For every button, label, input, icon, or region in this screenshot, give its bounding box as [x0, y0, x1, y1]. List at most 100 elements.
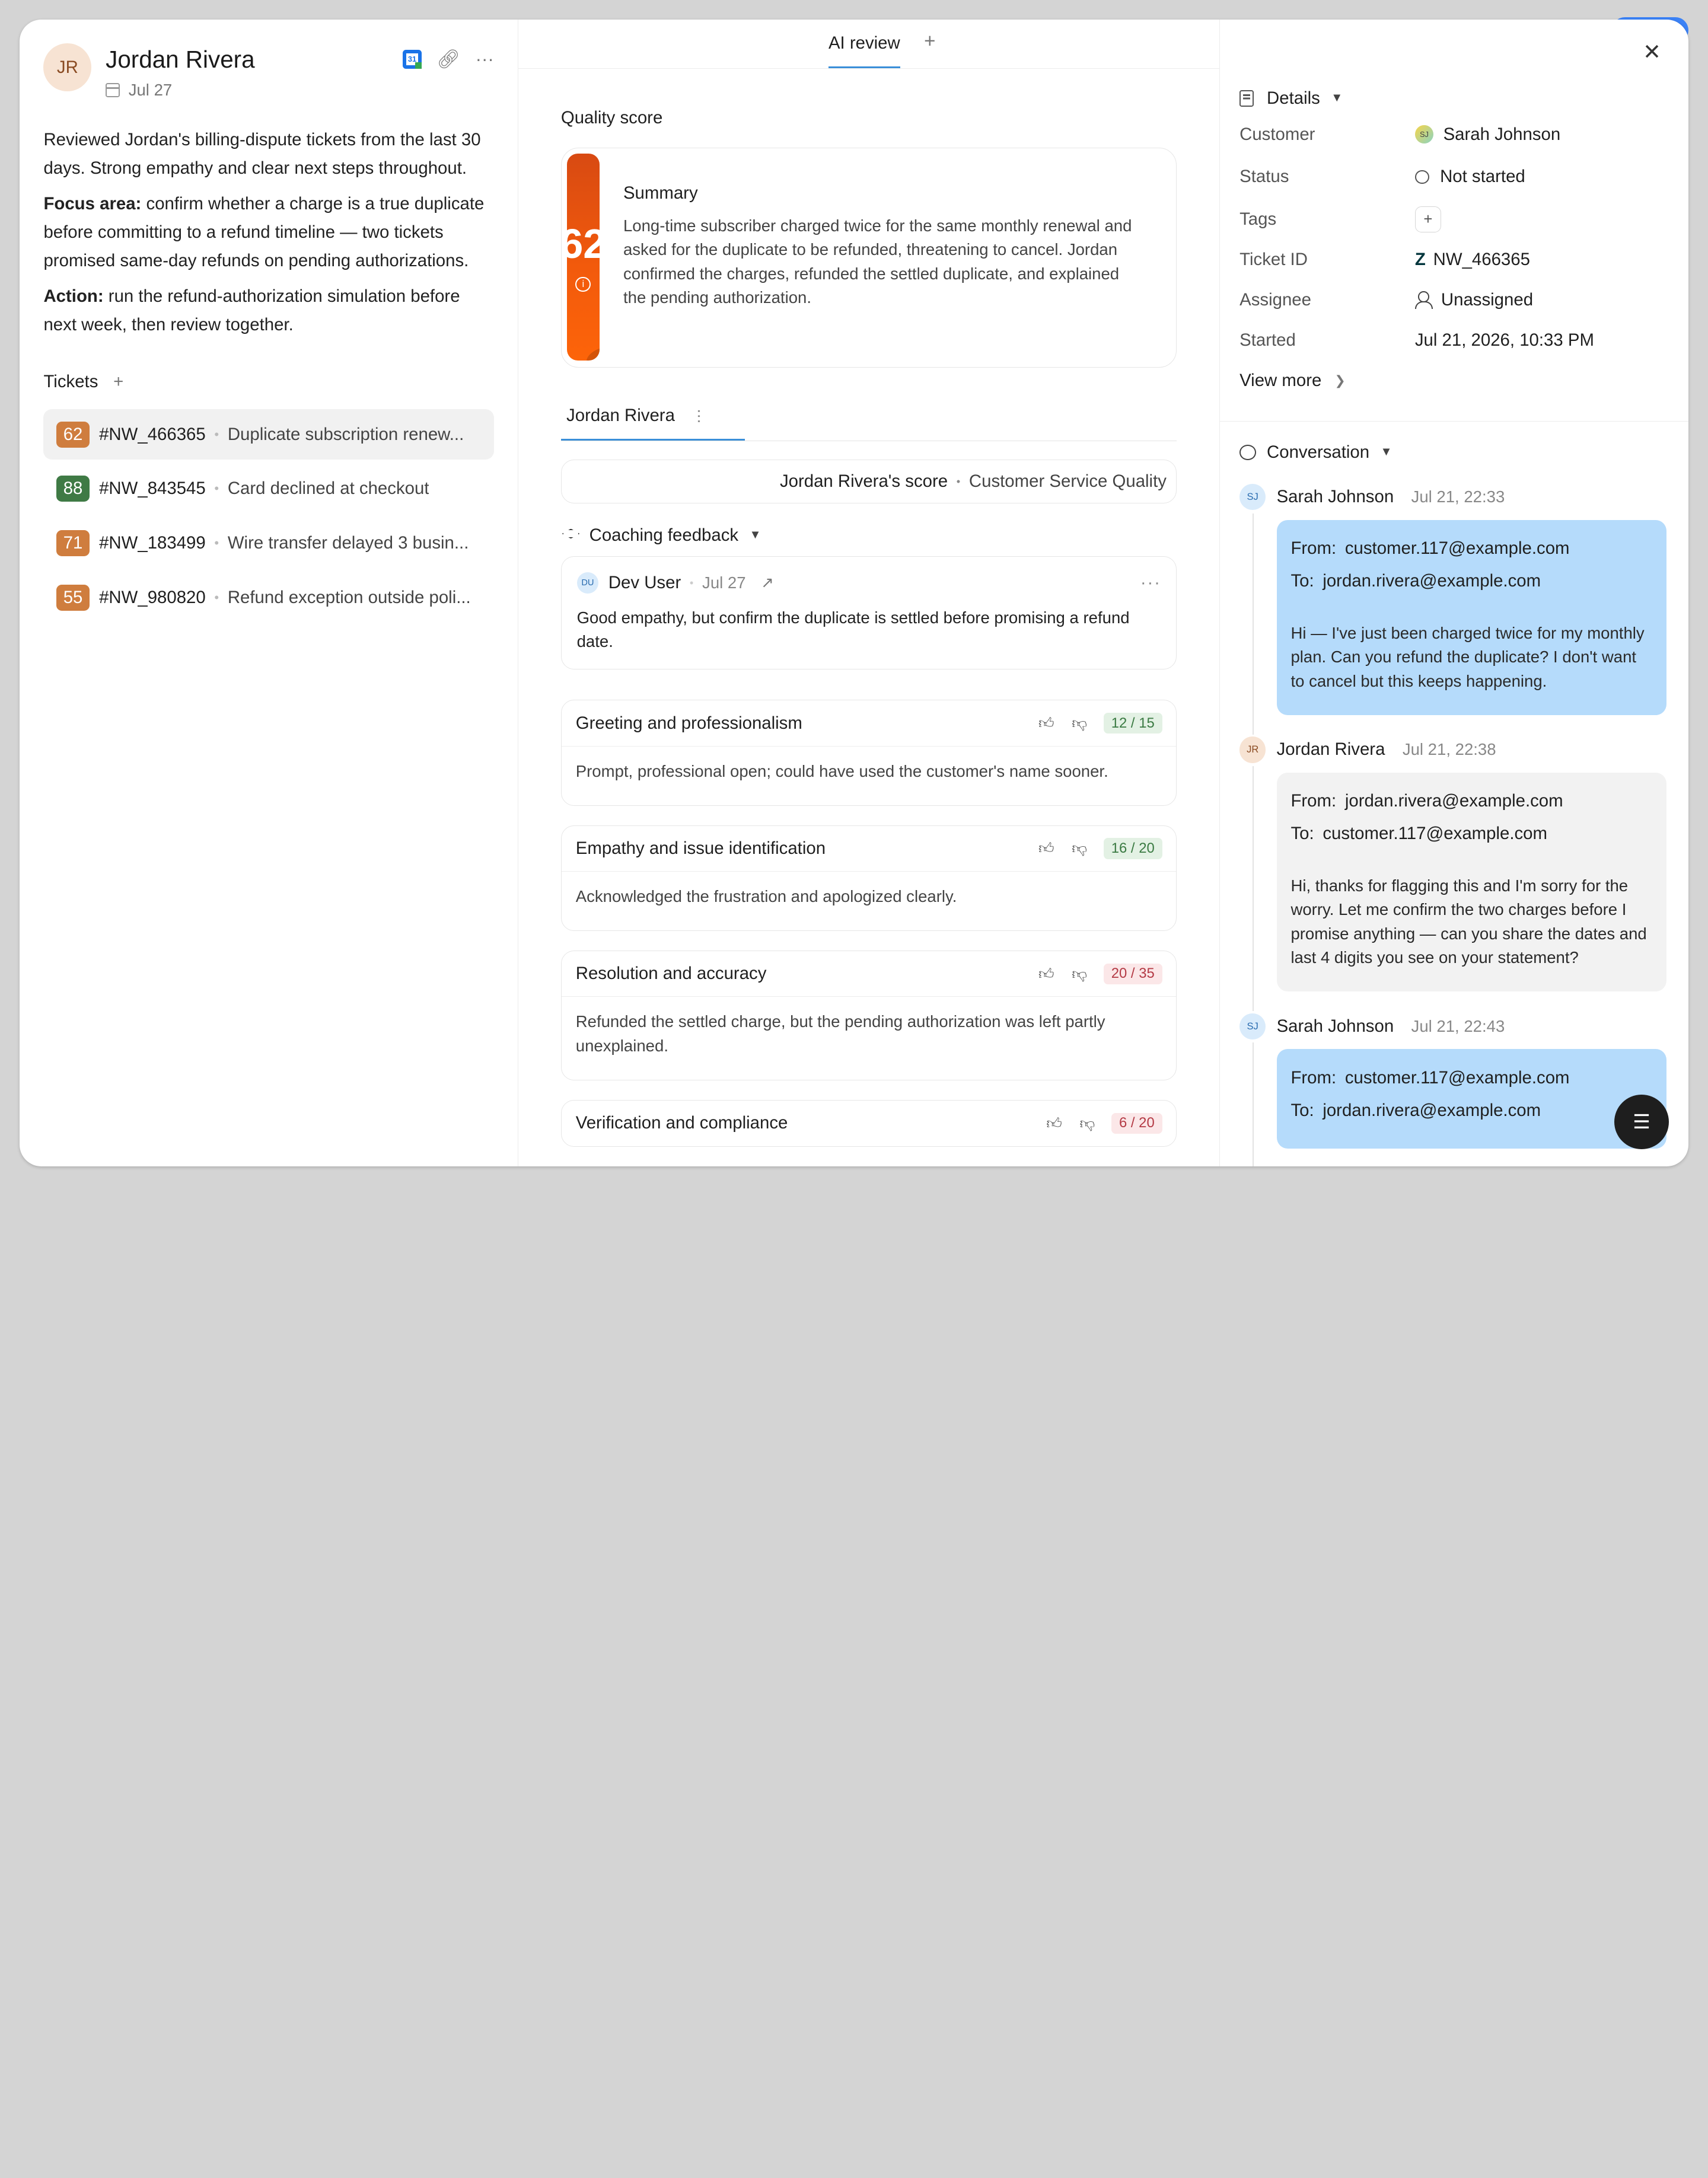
ticket-title: Card declined at checkout	[227, 479, 429, 499]
detail-started: Started Jul 21, 2026, 10:33 PM	[1239, 327, 1666, 353]
ticket-title: Wire transfer delayed 3 busin...	[227, 533, 469, 553]
message-time: Jul 21, 22:38	[1402, 740, 1496, 759]
coaching-feedback-header[interactable]: Coaching feedback ▼	[561, 525, 1177, 546]
to-label: To:	[1290, 824, 1314, 844]
customer-avatar: SJ	[1414, 125, 1434, 144]
thumbs-down-icon[interactable]: 👎︎	[1072, 965, 1087, 983]
thumbs-down-icon[interactable]: 👎︎	[1072, 839, 1087, 857]
from-label: From:	[1290, 791, 1337, 811]
message-to: To: jordan.rivera@example.com	[1290, 565, 1652, 597]
person-meta: Jordan Rivera Jul 27	[106, 43, 403, 99]
add-tag-button[interactable]: +	[1414, 206, 1441, 233]
message-to: To: customer.117@example.com	[1290, 817, 1652, 850]
ticket-title: Refund exception outside poli...	[227, 588, 471, 608]
coaching-feedback-label: Coaching feedback	[589, 525, 739, 545]
tab-ai-review[interactable]: AI review	[828, 33, 900, 68]
thumbs-up-icon[interactable]: 👍︎	[1038, 714, 1054, 732]
tab-agent[interactable]: Jordan Rivera ⋯	[560, 406, 745, 441]
view-more-label: View more	[1239, 371, 1322, 391]
summary-text: Long-time subscriber charged twice for t…	[623, 216, 1132, 307]
ticket-item[interactable]: 62 #NW_466365 • Duplicate subscription r…	[43, 409, 494, 460]
customer-name: Sarah Johnson	[1443, 124, 1561, 144]
from-address: jordan.rivera@example.com	[1344, 791, 1563, 811]
summary: Summary Long-time subscriber charged twi…	[623, 154, 1171, 362]
view-more-button[interactable]: View more ❯	[1239, 371, 1666, 391]
tile-decoration	[587, 345, 600, 361]
google-calendar-icon[interactable]	[403, 50, 422, 69]
document-icon	[1239, 90, 1254, 107]
rubric-name[interactable]: Customer Service Quality	[969, 471, 1167, 492]
rating-buttons: 👍︎ 👎︎	[1038, 714, 1087, 732]
criterion-card: Verification and compliance 👍︎ 👎︎ 6 / 20	[560, 1099, 1177, 1147]
feedback-date: Jul 27	[702, 573, 746, 592]
notes-action: Action: run the refund-authorization sim…	[43, 282, 493, 339]
message-text: Hi — I've just been charged twice for my…	[1290, 623, 1645, 690]
rating-buttons: 👍︎ 👎︎	[1046, 1114, 1095, 1133]
notes-intro: Reviewed Jordan's billing-dispute ticket…	[43, 129, 481, 178]
ticket-item[interactable]: 55 #NW_980820 • Refund exception outside…	[43, 573, 493, 623]
add-ticket-button[interactable]: +	[113, 372, 123, 392]
message-bubble: From: customer.117@example.com To: jordan.…	[1253, 1042, 1667, 1167]
conversation-header[interactable]: Conversation ▼	[1239, 442, 1666, 463]
author-avatar: JR	[1239, 736, 1266, 763]
caret-down-icon[interactable]: ▼	[749, 528, 761, 542]
criterion-header: Greeting and professionalism 👍︎ 👎︎ 12 / …	[561, 700, 1177, 747]
detail-value[interactable]: SJ Sarah Johnson	[1414, 124, 1561, 145]
ticket-item[interactable]: 88 #NW_843545 • Card declined at checkou…	[43, 464, 493, 514]
ai-assistant-button[interactable]: ☰	[1614, 1094, 1669, 1149]
message-author: Jordan Rivera	[1276, 739, 1385, 760]
status-circle-icon	[1414, 170, 1429, 184]
from-label: From:	[1290, 538, 1337, 559]
detail-value[interactable]: Unassigned	[1414, 290, 1533, 310]
summary-title: Summary	[623, 183, 698, 203]
author-avatar: SJ	[1239, 1013, 1266, 1039]
more-icon[interactable]: ···	[476, 50, 494, 68]
external-link-icon[interactable]: ↗	[761, 574, 774, 592]
close-icon[interactable]: ✕	[1643, 39, 1661, 65]
details-section: Details ▼ Customer SJ Sarah Johnson Stat…	[1220, 20, 1688, 422]
person-icon	[1414, 291, 1433, 309]
session-date-text: Jul 27	[128, 80, 173, 99]
criterion-text: Refunded the settled charge, but the pen…	[575, 1012, 1105, 1055]
kebab-menu-icon[interactable]: ⋯	[690, 409, 708, 423]
detail-value[interactable]: Z NW_466365	[1415, 250, 1530, 270]
chevron-right-icon: ❯	[1334, 373, 1346, 388]
thumbs-down-icon[interactable]: 👎︎	[1080, 1114, 1095, 1133]
quality-score-card: 62 i Summary Long-time subscriber charge…	[560, 147, 1177, 368]
action-text: run the refund-authorization simulation …	[43, 286, 460, 335]
thumbs-up-icon[interactable]: 👍︎	[1038, 839, 1054, 857]
detail-value[interactable]: Not started	[1414, 167, 1525, 187]
ticket-item[interactable]: 71 #NW_183499 • Wire transfer delayed 3 …	[43, 518, 493, 568]
criterion-header: Verification and compliance 👍︎ 👎︎ 6 / 20	[562, 1101, 1177, 1146]
thumbs-down-icon[interactable]: 👎︎	[1072, 714, 1087, 732]
tickets-header: Tickets +	[43, 372, 493, 392]
review-window: JR Jordan Rivera Jul 27 🔗︎ ··· Reviewed …	[20, 20, 1688, 1167]
started-value: Jul 21, 2026, 10:33 PM	[1414, 330, 1594, 350]
detail-key: Status	[1239, 167, 1289, 187]
to-address: jordan.rivera@example.com	[1323, 571, 1541, 591]
quality-score-value: 62	[567, 222, 600, 266]
coaching-notes-panel: JR Jordan Rivera Jul 27 🔗︎ ··· Reviewed …	[20, 20, 519, 1167]
ticket-score-badge: 55	[56, 585, 90, 611]
link-icon[interactable]: 🔗︎	[436, 50, 460, 68]
graduation-cap-icon	[561, 529, 581, 542]
thumbs-up-icon[interactable]: 👍︎	[1038, 965, 1054, 983]
detail-ticket-id: Ticket ID Z NW_466365	[1239, 247, 1666, 273]
separator-dot: •	[214, 481, 219, 496]
feedback-author: Dev User	[608, 572, 681, 592]
add-tab-button[interactable]: +	[924, 30, 935, 66]
criterion-text: Acknowledged the frustration and apologi…	[575, 886, 957, 905]
score-tile[interactable]: 62 i	[567, 154, 600, 361]
coaching-notes: Reviewed Jordan's billing-dispute ticket…	[43, 126, 493, 339]
to-address: customer.117@example.com	[1323, 824, 1547, 844]
thumbs-up-icon[interactable]: 👍︎	[1046, 1114, 1062, 1133]
more-icon[interactable]: ···	[1140, 573, 1161, 593]
caret-down-icon[interactable]: ▼	[1331, 91, 1343, 105]
details-header[interactable]: Details ▼	[1239, 88, 1666, 109]
info-icon[interactable]: i	[575, 276, 591, 292]
caret-down-icon[interactable]: ▼	[1380, 445, 1392, 459]
separator-dot: •	[214, 426, 219, 442]
avatar: JR	[43, 43, 92, 92]
message-bubble: From: jordan.rivera@example.com To: custom…	[1253, 766, 1667, 1012]
message-time: Jul 21, 22:43	[1411, 1016, 1505, 1035]
